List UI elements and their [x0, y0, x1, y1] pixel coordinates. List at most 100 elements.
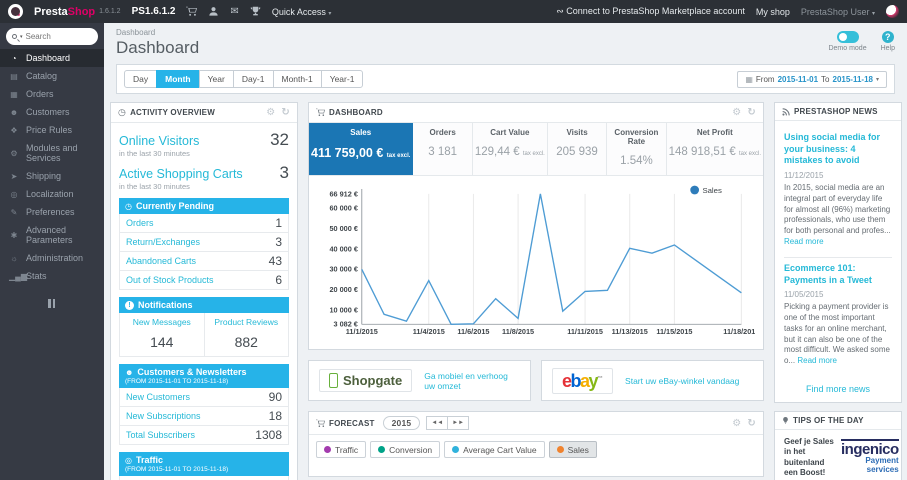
legend-traffic-button[interactable]: Traffic [316, 441, 367, 459]
chevron-down-icon: ▾ [20, 33, 23, 40]
banner-row: Shopgate Ga mobiel en verhoog uw omzet e… [308, 360, 764, 401]
legend-conversion-button[interactable]: Conversion [370, 441, 441, 459]
panel-title: ACTIVITY OVERVIEW [130, 108, 215, 117]
next-year-button[interactable]: ►► [447, 416, 470, 431]
main-content: Dashboard Dashboard Demo mode ? Help Day… [104, 23, 907, 480]
sidebar-item-modules[interactable]: ⚙ Modules and Services [0, 139, 104, 167]
conversion-dot-icon [378, 446, 386, 454]
prestashop-logo[interactable] [8, 4, 23, 19]
truck-icon: ➤ [10, 171, 18, 181]
news-article: Ecommerce 101: Payments in a Tweet 11/05… [784, 258, 892, 376]
pending-returns-link[interactable]: Return/Exchanges [126, 237, 200, 247]
notifications-header: ! Notifications [119, 297, 289, 313]
refresh-icon[interactable]: ↻ [281, 107, 290, 118]
gear-icon[interactable]: ⚙ [732, 418, 741, 429]
total-subscribers-link[interactable]: Total Subscribers [126, 430, 195, 440]
article-title-link[interactable]: Ecommerce 101: Payments in a Tweet [784, 263, 892, 286]
abandoned-carts-link[interactable]: Abandoned Carts [126, 256, 196, 266]
globe-icon: ◎ [10, 189, 18, 199]
gear-icon[interactable]: ⚙ [732, 107, 741, 118]
sidebar-search[interactable]: ▾ [6, 28, 98, 45]
out-of-stock-link[interactable]: Out of Stock Products [126, 275, 214, 285]
range-month-1-button[interactable]: Month-1 [272, 70, 322, 88]
kpi-net-profit[interactable]: Net Profit 148 918,51 € tax excl. [666, 123, 763, 175]
avatar[interactable] [886, 5, 899, 18]
book-icon: ▤ [10, 71, 18, 81]
read-more-link[interactable]: Read more [797, 356, 837, 365]
sidebar-item-catalog[interactable]: ▤ Catalog [0, 67, 104, 85]
sidebar-item-customers[interactable]: ☻ Customers [0, 103, 104, 121]
svg-text:60 000 €: 60 000 € [329, 203, 357, 212]
article-title-link[interactable]: Using social media for your business: 4 … [784, 132, 892, 167]
page-title: Dashboard [116, 38, 200, 57]
sidebar-item-localization[interactable]: ◎ Localization [0, 185, 104, 203]
demo-mode-toggle[interactable] [836, 31, 859, 43]
pending-orders-link[interactable]: Orders [126, 218, 154, 228]
legend-sales-button[interactable]: Sales [548, 441, 597, 459]
breadcrumb: Dashboard [116, 28, 156, 37]
kpi-sales[interactable]: Sales 411 759,00 € tax excl. [309, 123, 414, 175]
range-year-1-button[interactable]: Year-1 [320, 70, 364, 88]
sidebar-collapse-icon[interactable] [48, 299, 56, 308]
envelope-icon[interactable]: ✉ [230, 6, 238, 17]
cart-icon[interactable] [186, 6, 198, 17]
customers-icon: ☻ [9, 107, 19, 117]
new-subscriptions-link[interactable]: New Subscriptions [126, 411, 201, 421]
person-icon[interactable] [208, 6, 219, 17]
read-more-link[interactable]: Read more [784, 237, 824, 246]
kpi-conversion-rate[interactable]: Conversion Rate 1.54% [607, 123, 667, 175]
sidebar-item-stats[interactable]: ▁▄▆ Stats [0, 267, 104, 285]
help-icon[interactable]: ? [881, 31, 894, 43]
sidebar-item-price-rules[interactable]: ❖ Price Rules [0, 121, 104, 139]
notifications-columns: New Messages 144 Product Reviews 882 [119, 313, 289, 357]
my-shop-link[interactable]: My shop [756, 7, 790, 17]
date-range-picker[interactable]: ▦ From 2015-11-01 To 2015-11-18 ▾ [737, 70, 887, 88]
refresh-icon[interactable]: ↻ [747, 107, 756, 118]
ebay-banner[interactable]: ebay™ Start uw eBay-winkel vandaag [541, 360, 764, 401]
exclamation-icon: ! [125, 300, 134, 310]
kpi-visits[interactable]: Visits 205 939 [547, 123, 608, 175]
table-row: New Customers 90 [119, 388, 289, 407]
range-day-button[interactable]: Day [124, 70, 158, 88]
new-messages-link[interactable]: New Messages [122, 317, 202, 327]
traffic-dot-icon [324, 446, 331, 454]
online-visitors-link[interactable]: Online Visitors [119, 134, 199, 148]
ebay-link[interactable]: Start uw eBay-winkel vandaag [625, 376, 739, 386]
range-year-button[interactable]: Year [198, 70, 234, 88]
range-day-1-button[interactable]: Day-1 [232, 70, 274, 88]
product-reviews-link[interactable]: Product Reviews [207, 317, 287, 327]
sidebar-item-advanced-parameters[interactable]: ✱ Advanced Parameters [0, 221, 104, 249]
quick-access-menu[interactable]: Quick Access ▾ [272, 7, 332, 17]
range-month-button[interactable]: Month [156, 70, 200, 88]
chevron-down-icon: ▾ [875, 76, 879, 83]
gear-icon[interactable]: ⚙ [266, 107, 275, 118]
trophy-icon[interactable] [250, 6, 261, 17]
stats-icon: ▁▄▆ [9, 271, 27, 281]
sidebar-item-orders[interactable]: ▦ Orders [0, 85, 104, 103]
sidebar-item-dashboard[interactable]: ◔ Dashboard [0, 49, 104, 67]
previous-year-button[interactable]: ◄◄ [426, 416, 449, 431]
sidebar: ▾ ◔Dashboard ▤Catalog ▦Orders ☻Customers… [0, 23, 104, 480]
sidebar-item-preferences[interactable]: ✎ Preferences [0, 203, 104, 221]
svg-text:11/4/2015: 11/4/2015 [413, 327, 445, 336]
user-menu[interactable]: PrestaShop User ▾ [801, 7, 875, 17]
svg-text:40 000 €: 40 000 € [329, 244, 357, 253]
kpi-orders[interactable]: Orders 3 181 [413, 123, 473, 175]
sidebar-item-administration[interactable]: ☼ Administration [0, 249, 104, 267]
shopgate-banner[interactable]: Shopgate Ga mobiel en verhoog uw omzet [308, 360, 531, 401]
marketplace-link[interactable]: ∾ Connect to PrestaShop Marketplace acco… [556, 6, 745, 17]
table-row: New Subscriptions 18 [119, 407, 289, 426]
forecast-legend: Traffic Conversion Average Cart Value Sa… [309, 435, 763, 466]
new-customers-link[interactable]: New Customers [126, 392, 190, 402]
refresh-icon[interactable]: ↻ [747, 418, 756, 429]
panel-title: TIPS OF THE DAY [793, 416, 864, 425]
sidebar-item-shipping[interactable]: ➤ Shipping [0, 167, 104, 185]
find-more-news-link[interactable]: Find more news [784, 376, 892, 402]
shopgate-link[interactable]: Ga mobiel en verhoog uw omzet [424, 371, 520, 391]
active-carts-link[interactable]: Active Shopping Carts [119, 167, 243, 181]
sidebar-menu: ◔ Dashboard ▤ Catalog ▦ Orders ☻ Customers ❖… [0, 49, 104, 285]
svg-text:11/13/2015: 11/13/2015 [612, 327, 648, 336]
kpi-cart-value[interactable]: Cart Value 129,44 € tax excl. [472, 123, 548, 175]
search-input[interactable] [25, 32, 74, 41]
legend-average-cart-value-button[interactable]: Average Cart Value [444, 441, 545, 459]
